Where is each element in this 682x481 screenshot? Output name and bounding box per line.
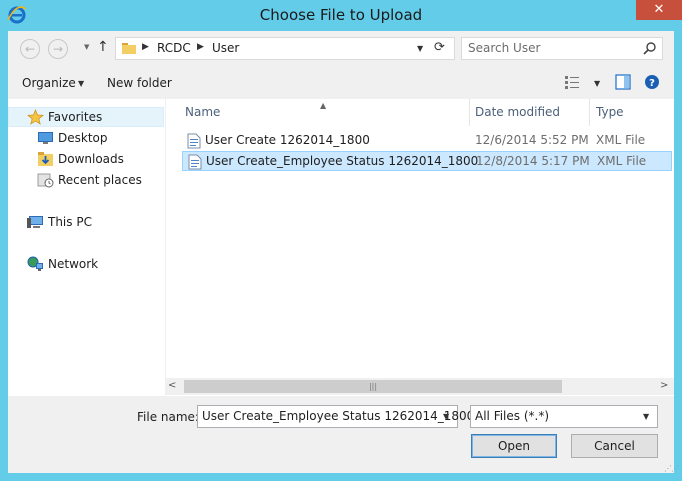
horizontal-scrollbar[interactable]: < ||| > (166, 378, 674, 395)
cancel-button[interactable]: Cancel (571, 434, 658, 458)
file-type: XML File (597, 154, 647, 168)
search-icon[interactable] (643, 41, 657, 55)
network-icon (27, 256, 43, 271)
new-folder-button[interactable]: New folder (107, 76, 172, 90)
forward-button[interactable]: → (48, 39, 68, 59)
file-name: User Create_Employee Status 1262014_1800 (206, 154, 479, 168)
view-options-icon[interactable] (565, 76, 579, 89)
file-row[interactable]: User Create 1262014_1800 12/6/2014 5:52 … (182, 131, 672, 151)
address-dropdown-icon[interactable]: ▼ (417, 44, 423, 53)
file-row-selected[interactable]: User Create_Employee Status 1262014_1800… (182, 151, 672, 171)
search-input[interactable] (468, 41, 628, 55)
column-header-date-modified[interactable]: Date modified (456, 99, 590, 126)
chevron-down-icon[interactable]: ▼ (643, 412, 649, 421)
column-header-label: Name (185, 105, 221, 119)
open-button[interactable]: Open (471, 434, 557, 458)
command-toolbar: Organize ▼ New folder ▼ ? (8, 68, 674, 98)
resize-grip-icon[interactable]: ⋰⋰ (664, 464, 679, 473)
recent-places-icon (37, 173, 54, 188)
help-icon[interactable]: ? (644, 74, 660, 90)
sidebar-item-label: Recent places (58, 173, 142, 187)
folder-icon (122, 43, 136, 54)
back-button[interactable]: ← (20, 39, 40, 59)
preview-pane-icon[interactable] (615, 74, 631, 90)
file-name-label: File name: (137, 410, 199, 424)
navigation-pane: Favorites Desktop Downloads Recent place… (8, 99, 165, 396)
refresh-icon[interactable]: ⟳ (434, 40, 445, 55)
up-button[interactable]: ↑ (97, 39, 109, 55)
file-type-filter-value: All Files (*.*) (475, 409, 550, 423)
star-icon (27, 109, 44, 125)
title-bar[interactable]: Choose File to Upload ✕ (0, 0, 682, 30)
file-type: XML File (596, 133, 646, 147)
chevron-down-icon[interactable]: ▼ (443, 412, 449, 421)
view-dropdown-icon[interactable]: ▼ (594, 79, 600, 88)
downloads-icon (38, 152, 53, 166)
sidebar-item-label: Desktop (58, 131, 108, 145)
chevron-right-icon: ▶ (142, 42, 149, 52)
xml-file-icon (188, 154, 202, 170)
recent-locations-dropdown[interactable]: ▼ (84, 43, 89, 51)
file-name-value[interactable]: User Create_Employee Status 1262014_1800 (202, 409, 474, 423)
column-header-name[interactable]: Name ▲ (166, 99, 470, 126)
organize-button[interactable]: Organize (22, 76, 76, 90)
chevron-right-icon: ▶ (197, 42, 204, 52)
sidebar-item-label: This PC (48, 215, 92, 229)
column-header-label: Date modified (475, 105, 561, 119)
search-box[interactable] (461, 37, 663, 60)
sidebar-item-label: Favorites (48, 110, 103, 124)
column-header-label: Type (596, 105, 624, 119)
breadcrumb-rcdc[interactable]: RCDC (157, 41, 191, 55)
scroll-right-icon[interactable]: > (660, 380, 668, 391)
sidebar-item-label: Network (48, 257, 99, 271)
desktop-icon (38, 132, 53, 144)
close-button[interactable]: ✕ (636, 0, 682, 20)
dialog-body: ← → ▼ ↑ ▶ RCDC ▶ User ▼ ⟳ Organize ▼ (8, 31, 679, 473)
file-name-field[interactable]: User Create_Employee Status 1262014_1800… (197, 405, 474, 428)
sort-ascending-icon: ▲ (320, 101, 327, 110)
address-bar[interactable]: ▶ RCDC ▶ User ▼ ⟳ (115, 37, 455, 60)
breadcrumb-user[interactable]: User (212, 41, 239, 55)
svg-text:?: ? (649, 78, 655, 89)
xml-file-icon (187, 133, 201, 149)
scrollbar-thumb[interactable]: ||| (184, 380, 562, 393)
file-type-filter[interactable]: All Files (*.*) ▼ (470, 405, 658, 428)
file-date: 12/8/2014 5:17 PM (476, 154, 590, 168)
file-date: 12/6/2014 5:52 PM (475, 133, 589, 147)
sidebar-item-label: Downloads (58, 152, 124, 166)
computer-icon (27, 216, 43, 228)
scroll-left-icon[interactable]: < (168, 380, 176, 391)
organize-dropdown-icon[interactable]: ▼ (78, 79, 84, 88)
file-list: Name ▲ Date modified Type User Create 12… (166, 99, 674, 396)
file-name: User Create 1262014_1800 (205, 133, 370, 147)
window-title: Choose File to Upload (259, 6, 423, 24)
dialog-window: Choose File to Upload ✕ ← → ▼ ↑ ▶ RCDC ▶… (0, 0, 682, 481)
column-header-type[interactable]: Type (577, 99, 674, 126)
